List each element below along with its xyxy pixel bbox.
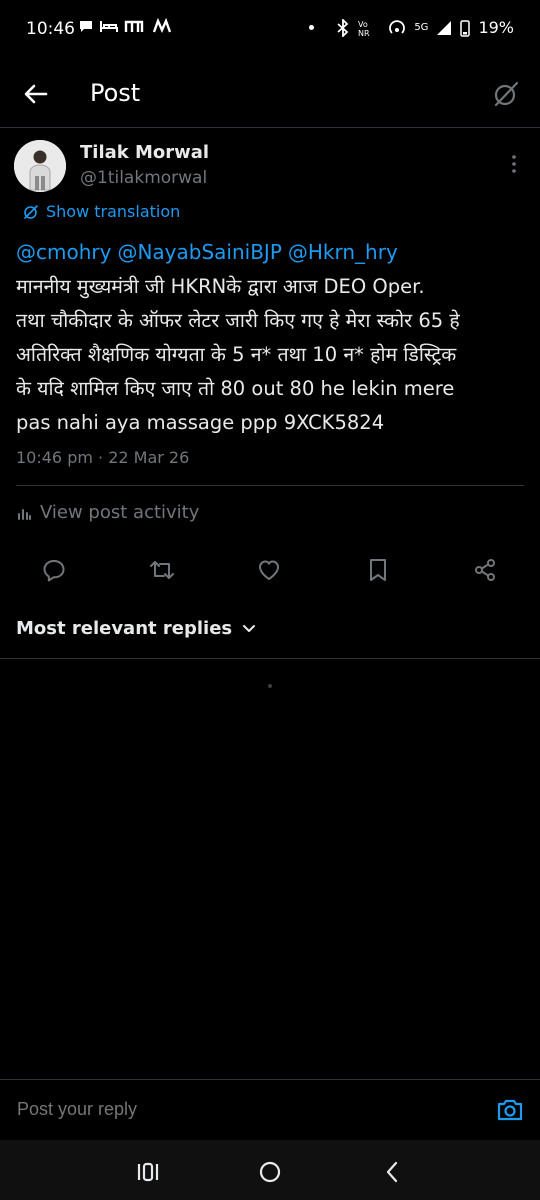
loading-indicator (268, 684, 272, 688)
reply-divider (0, 1079, 540, 1080)
m-app-icon (124, 20, 144, 32)
post-text-line: माननीय मुख्यमंत्री जी HKRNके द्वारा आज D… (16, 275, 425, 298)
replies-divider (0, 658, 540, 659)
status-bar: 10:46 Vo NR 5G 19% (0, 0, 540, 60)
repost-button[interactable] (142, 550, 182, 590)
hotspot-icon (389, 19, 406, 34)
grok-icon (494, 81, 519, 107)
show-translation-link[interactable]: Show translation (22, 202, 180, 221)
reply-icon (43, 560, 65, 582)
battery-icon (460, 19, 471, 37)
home-icon (259, 1161, 281, 1183)
header-divider (0, 127, 540, 128)
reply-button[interactable] (34, 550, 74, 590)
recents-icon (137, 1162, 159, 1182)
nav-back-button[interactable] (372, 1152, 412, 1192)
post-actions (0, 550, 540, 590)
mention-link[interactable]: @cmohry (16, 240, 111, 264)
reply-input[interactable] (15, 1098, 489, 1121)
post-text: माननीय मुख्यमंत्री जी HKRNके द्वारा आज D… (16, 270, 531, 440)
back-button[interactable] (20, 78, 52, 110)
home-button[interactable] (250, 1152, 290, 1192)
chat-bubble-icon (80, 21, 92, 32)
post-mentions: @cmohry @NayabSainiBJP @Hkrn_hry (16, 240, 404, 264)
camera-button[interactable] (495, 1095, 525, 1125)
signal-icon (437, 20, 452, 35)
bed-icon (100, 21, 118, 32)
post-text-line: अतिरिक्त शैक्षणिक योग्यता के 5 न* तथा 10… (16, 343, 457, 366)
author-handle[interactable]: @1tilakmorwal (80, 168, 207, 188)
svg-text:NR: NR (358, 29, 370, 37)
arrow-left-icon (24, 84, 48, 104)
volte-icon: VoNR (358, 20, 370, 37)
meta-divider (16, 485, 524, 486)
post-text-line: pas nahi aya massage ppp 9XCK5824 (16, 411, 385, 434)
more-options-button[interactable] (506, 152, 522, 176)
status-time: 10:46 (26, 19, 75, 39)
bar-chart-icon (18, 508, 31, 520)
network-label: 5G (414, 22, 429, 33)
avatar-image (14, 140, 66, 192)
author-name[interactable]: Tilak Morwal (80, 142, 209, 163)
bookmark-icon (370, 559, 386, 581)
view-post-activity-link[interactable]: View post activity (16, 502, 199, 523)
camera-icon (497, 1099, 523, 1121)
chevron-down-icon (243, 624, 256, 632)
recents-button[interactable] (128, 1152, 168, 1192)
nav-back-icon (386, 1161, 398, 1183)
dot-icon (309, 25, 315, 30)
like-button[interactable] (249, 550, 289, 590)
post-text-line: तथा चौकीदार के ऑफर लेटर जारी किए गए हे म… (16, 309, 460, 332)
grok-button[interactable] (490, 78, 522, 110)
more-vertical-icon (512, 155, 516, 173)
status-right: Vo NR 5G 19% (309, 18, 514, 37)
heart-icon (259, 560, 279, 580)
grok-icon (24, 204, 38, 219)
battery-percent: 19% (478, 18, 514, 37)
replies-sort-label: Most relevant replies (16, 618, 233, 639)
post-timestamp: 10:46 pm · 22 Mar 26 (16, 448, 190, 467)
mention-link[interactable]: @Hkrn_hry (288, 240, 398, 264)
share-button[interactable] (465, 550, 505, 590)
avatar[interactable] (14, 140, 66, 192)
view-post-activity-label: View post activity (40, 502, 200, 523)
notification-icons (78, 18, 172, 34)
replies-sort-button[interactable]: Most relevant replies (16, 618, 256, 639)
repost-icon (150, 561, 174, 579)
mention-link[interactable]: @NayabSainiBJP (117, 240, 281, 264)
m2-app-icon (152, 18, 172, 33)
bluetooth-icon (337, 18, 349, 37)
page-title: Post (90, 79, 141, 107)
share-icon (475, 559, 495, 581)
show-translation-label: Show translation (46, 202, 181, 221)
post-text-line: के यदि शामिल किए जाए तो 80 out 80 he lek… (16, 377, 455, 400)
svg-text:Vo: Vo (358, 20, 368, 29)
bookmark-button[interactable] (358, 550, 398, 590)
